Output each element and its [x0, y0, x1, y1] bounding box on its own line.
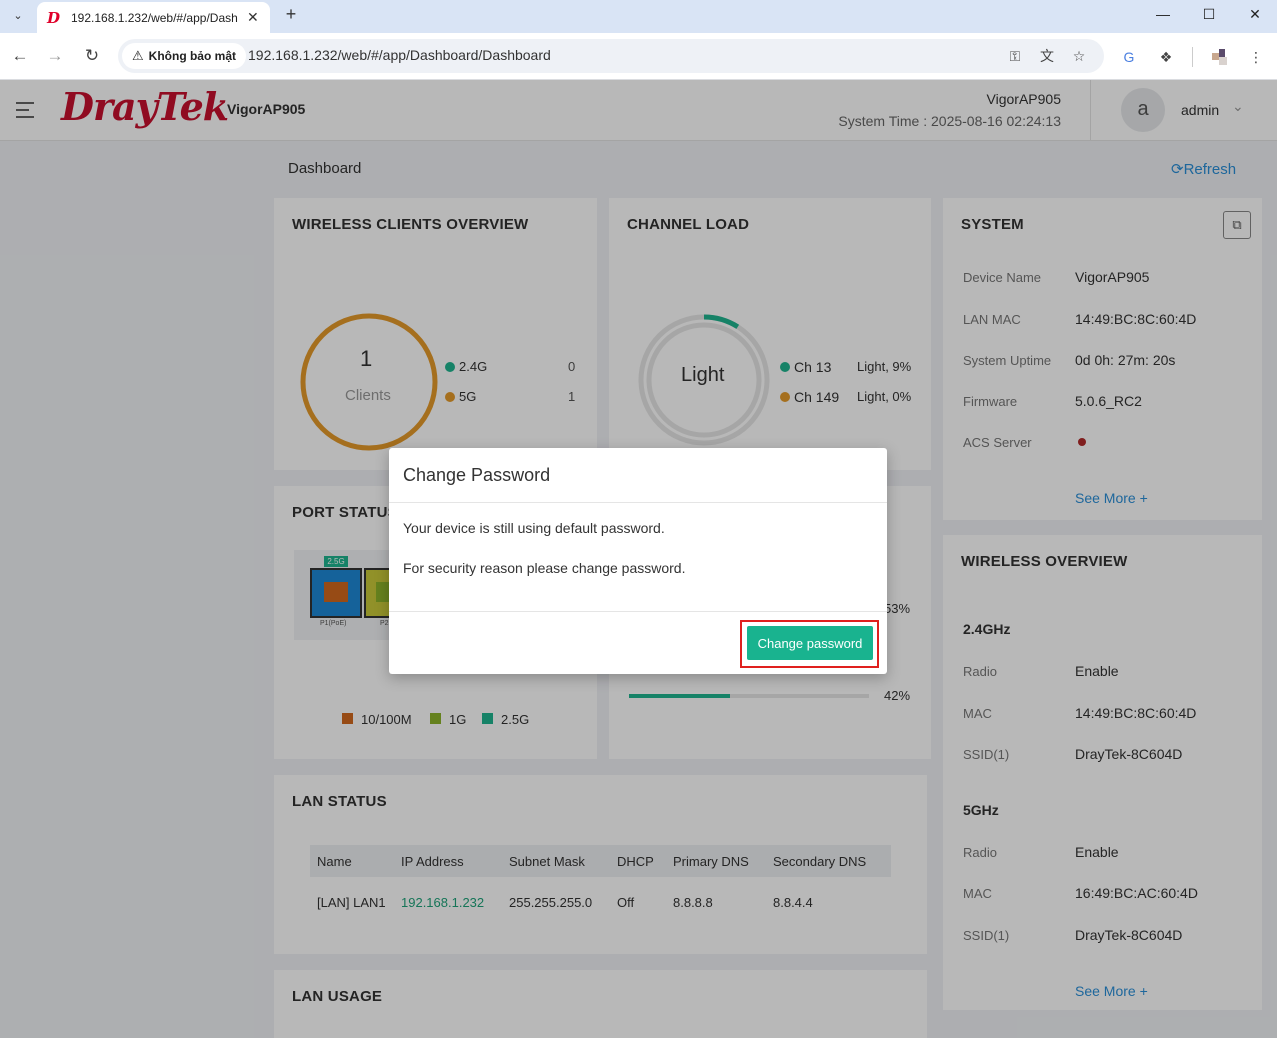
browser-toolbar: ← → ↻ ⚠ Không bảo mật 192.168.1.232/web/… [0, 33, 1277, 80]
maximize-icon[interactable]: ☐ [1194, 2, 1224, 26]
browser-tab[interactable]: D 192.168.1.232/web/#/app/Dash ✕ [37, 2, 270, 33]
browser-tab-strip: ⌄ D 192.168.1.232/web/#/app/Dash ✕ + — ☐… [0, 0, 1277, 33]
change-password-dialog: Change Password Your device is still usi… [389, 448, 887, 674]
dialog-title: Change Password [403, 465, 551, 485]
profile-avatar-icon[interactable] [1210, 47, 1230, 67]
translate-icon[interactable]: 文 [1037, 46, 1057, 66]
security-label: Không bảo mật [148, 49, 236, 63]
google-translate-extension-icon[interactable]: G [1119, 47, 1139, 67]
password-key-icon[interactable]: ⚿ [1005, 46, 1025, 66]
forward-arrow-icon[interactable]: → [44, 45, 66, 67]
reload-icon[interactable]: ↻ [81, 45, 103, 67]
bookmark-star-icon[interactable]: ☆ [1069, 46, 1089, 66]
address-bar[interactable]: ⚠ Không bảo mật 192.168.1.232/web/#/app/… [118, 39, 1104, 73]
minimize-icon[interactable]: — [1148, 2, 1178, 26]
tab-title: 192.168.1.232/web/#/app/Dash [71, 10, 238, 25]
change-password-button[interactable]: Change password [747, 626, 873, 660]
security-chip[interactable]: ⚠ Không bảo mật [122, 43, 246, 69]
warning-triangle-icon: ⚠ [132, 48, 144, 63]
close-tab-icon[interactable]: ✕ [247, 9, 259, 26]
dialog-message-2: For security reason please change passwo… [403, 560, 686, 576]
tab-search-chevron-icon[interactable]: ⌄ [6, 4, 30, 26]
window-close-icon[interactable]: ✕ [1240, 2, 1270, 26]
new-tab-plus-icon[interactable]: + [280, 4, 302, 25]
dialog-divider [389, 611, 887, 612]
dialog-divider [389, 502, 887, 503]
extensions-puzzle-icon[interactable]: ❖ [1156, 47, 1176, 67]
url-text[interactable]: 192.168.1.232/web/#/app/Dashboard/Dashbo… [248, 47, 551, 63]
toolbar-divider [1192, 47, 1193, 67]
browser-menu-icon[interactable]: ⋮ [1246, 47, 1266, 67]
dialog-message-1: Your device is still using default passw… [403, 520, 665, 536]
draytek-favicon-icon: D [47, 8, 61, 27]
back-arrow-icon[interactable]: ← [9, 45, 31, 67]
